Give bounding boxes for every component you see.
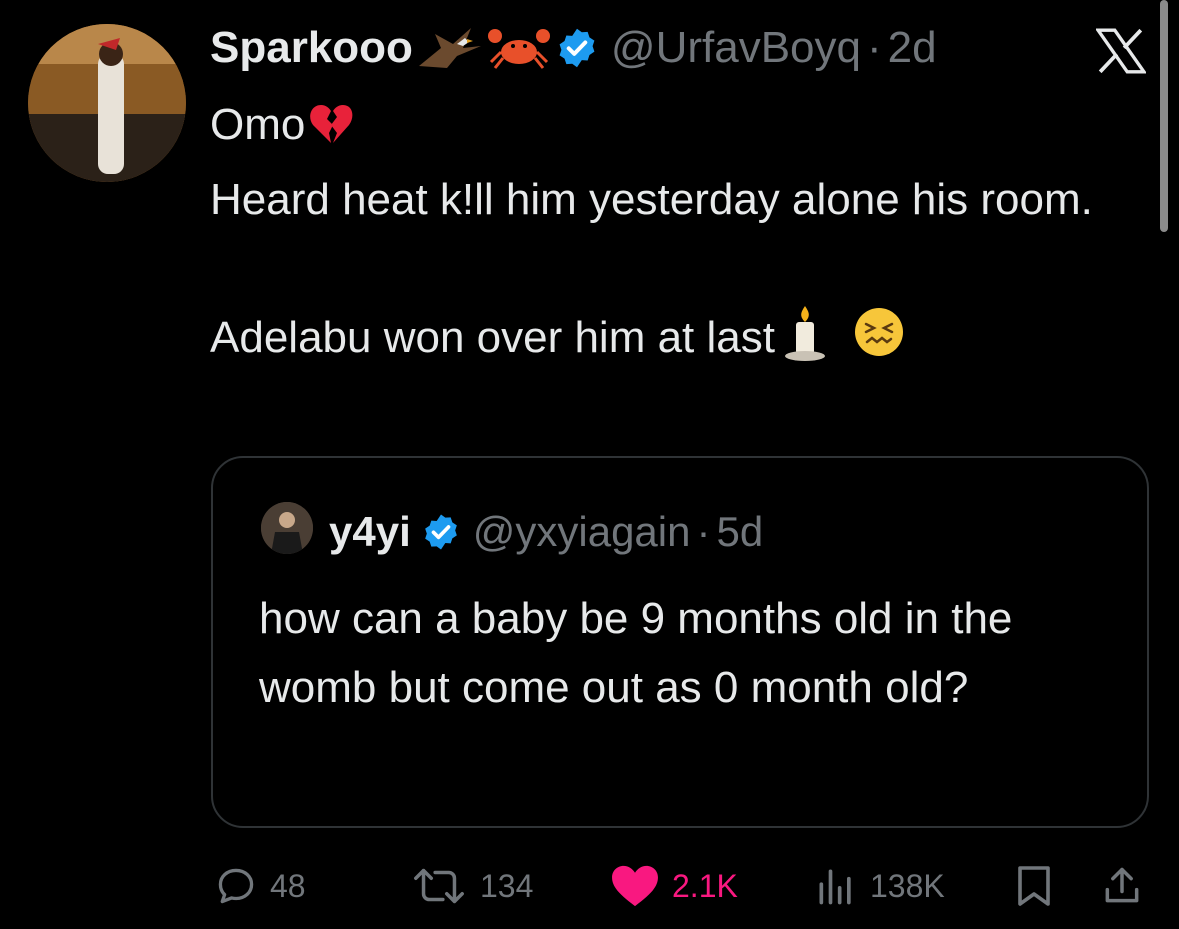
repost-count: 134 [480,867,534,904]
broken-heart-icon [309,96,353,165]
like-count: 2.1K [672,867,738,904]
quote-author-name[interactable]: y4yi [329,508,411,556]
views-icon [819,869,851,905]
reply-button[interactable]: 48 [214,864,306,908]
reply-count: 48 [270,867,306,904]
tweet-line-2: Heard heat k!ll him yesterday alone his … [210,175,1093,224]
quote-header: y4yi @yxyiagain · 5d [329,506,763,558]
crab-icon [487,26,551,70]
views-count: 138K [870,867,945,904]
author-name[interactable]: Sparkooo [210,23,413,73]
author-avatar[interactable] [28,24,186,182]
quote-author-handle[interactable]: @yxyiagain [473,508,691,556]
bookmark-icon [1018,866,1050,906]
tweet-line-4: Adelabu won over him at last [210,313,775,362]
quote-text: how can a baby be 9 months old in the wo… [259,594,1013,712]
quote-time[interactable]: 5d [716,508,763,556]
x-logo-icon[interactable] [1094,28,1148,74]
eagle-icon [417,26,483,70]
confounded-face-icon [853,306,905,378]
tweet-time[interactable]: 2d [888,23,937,73]
like-button[interactable]: 2.1K [610,864,738,908]
verified-badge-icon [555,26,599,70]
quote-author-avatar[interactable] [261,502,313,554]
bookmark-button[interactable] [1014,864,1054,908]
heart-icon [612,865,658,907]
views-button[interactable]: 138K [814,864,945,908]
author-handle[interactable]: @UrfavBoyq [611,23,861,73]
tweet-header: Sparkooo @UrfavBoyq · 2d [210,20,937,76]
tweet-text: Omo Heard heat k!ll him yesterday alone … [210,90,1160,382]
tweet-line-1: Omo [210,100,306,149]
separator-dot: · [696,508,711,555]
candle-icon [781,304,829,382]
share-icon [1105,867,1139,903]
quoted-tweet[interactable]: y4yi @yxyiagain · 5d how can a baby be 9… [211,456,1149,828]
separator-dot: · [867,23,882,72]
repost-icon [414,868,464,904]
repost-button[interactable]: 134 [410,864,533,908]
scrollbar[interactable] [1160,0,1168,232]
share-button[interactable] [1100,864,1144,908]
action-bar: 48 134 2.1K 138K [0,850,1179,922]
reply-icon [218,868,254,904]
verified-badge-icon [421,512,461,552]
